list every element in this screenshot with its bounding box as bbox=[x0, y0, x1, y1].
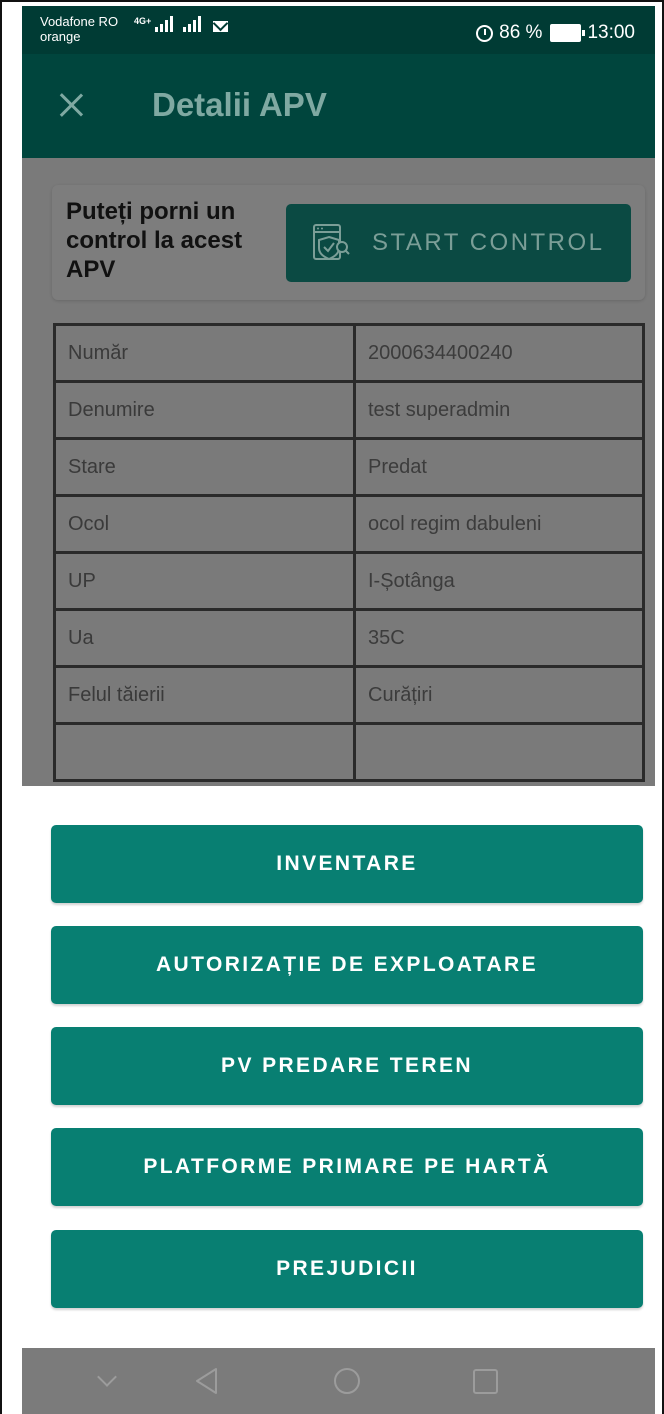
row-value: 35C bbox=[353, 608, 645, 668]
status-right: 86 % 13:00 bbox=[476, 22, 635, 44]
table-row bbox=[53, 722, 645, 782]
row-label: Felul tăierii bbox=[53, 665, 356, 725]
row-label: Stare bbox=[53, 437, 356, 497]
system-nav-bar bbox=[22, 1348, 655, 1414]
table-row: Denumire test superadmin bbox=[53, 380, 645, 440]
table-row: UP I-Șotânga bbox=[53, 551, 645, 611]
clock: 13:00 bbox=[587, 22, 635, 43]
row-label: Denumire bbox=[53, 380, 356, 440]
table-row: Felul tăierii Curățiri bbox=[53, 665, 645, 725]
home-icon[interactable] bbox=[322, 1348, 372, 1414]
recents-icon[interactable] bbox=[460, 1348, 510, 1414]
carrier-names: Vodafone RO orange bbox=[40, 14, 118, 44]
prejudicii-button[interactable]: PREJUDICII bbox=[51, 1230, 643, 1308]
actions-bottom-sheet: INVENTARE AUTORIZAȚIE DE EXPLOATARE PV P… bbox=[22, 786, 655, 1348]
start-control-button[interactable]: START CONTROL bbox=[286, 204, 631, 282]
alarm-icon bbox=[476, 24, 494, 42]
carrier-primary: Vodafone RO bbox=[40, 14, 119, 29]
row-value: 2000634400240 bbox=[353, 323, 645, 383]
apv-details-content: Puteți porni un control la acest APV STA… bbox=[22, 158, 655, 786]
inventare-button[interactable]: INVENTARE bbox=[51, 825, 643, 903]
row-value: Curățiri bbox=[353, 665, 645, 725]
row-value: Predat bbox=[353, 437, 645, 497]
mail-icon bbox=[213, 21, 229, 32]
pv-predare-teren-button[interactable]: PV PREDARE TEREN bbox=[51, 1027, 643, 1105]
row-label bbox=[53, 722, 356, 782]
row-label: UP bbox=[53, 551, 356, 611]
row-value: ocol regim dabuleni bbox=[353, 494, 645, 554]
platforme-primare-harta-button[interactable]: PLATFORME PRIMARE PE HARTĂ bbox=[51, 1128, 643, 1206]
shield-doc-icon bbox=[313, 224, 350, 261]
table-row: Număr 2000634400240 bbox=[53, 323, 645, 383]
signal-strength-icon-2 bbox=[183, 16, 202, 32]
row-value bbox=[353, 722, 645, 782]
start-control-label: START CONTROL bbox=[372, 229, 605, 256]
autorizatie-exploatare-button[interactable]: AUTORIZAȚIE DE EXPLOATARE bbox=[51, 926, 643, 1004]
table-row: Ua 35C bbox=[53, 608, 645, 668]
table-row: Stare Predat bbox=[53, 437, 645, 497]
row-label: Ocol bbox=[53, 494, 356, 554]
table-row: Ocol ocol regim dabuleni bbox=[53, 494, 645, 554]
row-label: Număr bbox=[53, 323, 356, 383]
battery-percent: 86 % bbox=[499, 22, 543, 43]
control-prompt: Puteți porni un control la acest APV bbox=[66, 198, 243, 283]
hide-keyboard-icon[interactable] bbox=[82, 1348, 132, 1414]
carrier-secondary: orange bbox=[40, 29, 81, 44]
close-icon[interactable] bbox=[58, 92, 84, 118]
row-value: test superadmin bbox=[353, 380, 645, 440]
control-card: Puteți porni un control la acest APV STA… bbox=[52, 185, 645, 300]
signal-indicators: 4G+ bbox=[134, 16, 229, 32]
back-icon[interactable] bbox=[182, 1348, 232, 1414]
page-title: Detalii APV bbox=[152, 86, 327, 123]
apv-details-table: Număr 2000634400240 Denumire test supera… bbox=[53, 323, 645, 782]
status-bar: Vodafone RO orange 4G+ 86 % 13:00 bbox=[22, 6, 655, 54]
signal-strength-icon bbox=[155, 16, 174, 32]
app-bar: Detalii APV bbox=[22, 54, 655, 158]
network-type: 4G+ bbox=[134, 16, 152, 26]
row-value: I-Șotânga bbox=[353, 551, 645, 611]
battery-icon bbox=[550, 24, 586, 42]
row-label: Ua bbox=[53, 608, 356, 668]
